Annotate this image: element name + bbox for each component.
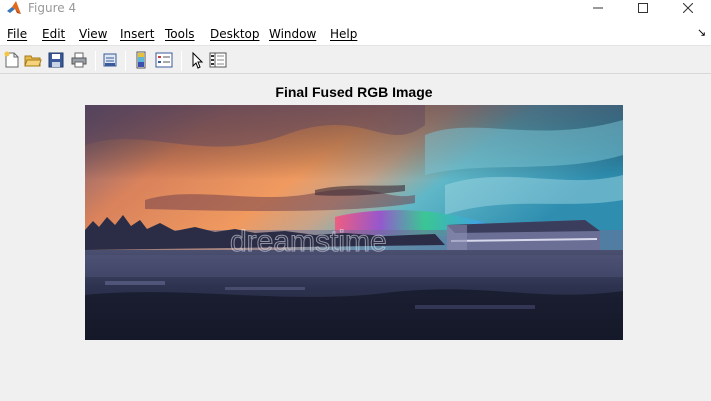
edit-plot-icon[interactable] (188, 51, 206, 69)
menu-bar: File Edit View Insert Tools Desktop Wind… (0, 22, 711, 46)
matlab-logo-icon (6, 0, 22, 16)
dock-arrow-icon[interactable]: ↘ (697, 26, 706, 39)
open-file-icon[interactable] (24, 51, 42, 69)
toolbar-separator (95, 51, 96, 71)
save-icon[interactable] (47, 51, 65, 69)
menu-edit[interactable]: Edit (42, 27, 65, 41)
maximize-button[interactable] (620, 0, 666, 16)
menu-file[interactable]: File (7, 27, 27, 41)
watermark-text: dreamstime (230, 225, 387, 258)
close-button[interactable] (665, 0, 711, 16)
menu-insert[interactable]: Insert (120, 27, 154, 41)
toolbar-separator (181, 51, 182, 71)
figure-toolbar (0, 47, 711, 74)
plot-title: Final Fused RGB Image (275, 84, 433, 100)
minimize-icon (593, 7, 603, 9)
maximize-icon (638, 3, 648, 13)
new-figure-icon[interactable] (3, 51, 21, 69)
menu-window[interactable]: Window (269, 27, 316, 41)
close-icon (683, 3, 693, 13)
toolbar-separator (125, 51, 126, 71)
minimize-button[interactable] (575, 0, 621, 16)
insert-colorbar-icon[interactable] (132, 51, 150, 69)
menu-help[interactable]: Help (330, 27, 357, 41)
link-plot-icon[interactable] (101, 51, 119, 69)
print-icon[interactable] (70, 51, 88, 69)
window-titlebar[interactable]: Figure 4 (0, 0, 711, 22)
menu-tools[interactable]: Tools (165, 27, 195, 41)
insert-legend-icon[interactable] (155, 51, 173, 69)
menu-desktop[interactable]: Desktop (210, 27, 260, 41)
window-title: Figure 4 (28, 1, 77, 15)
property-inspector-icon[interactable] (209, 51, 227, 69)
fused-rgb-image[interactable]: dreamstime (85, 105, 623, 340)
menu-view[interactable]: View (79, 27, 107, 41)
